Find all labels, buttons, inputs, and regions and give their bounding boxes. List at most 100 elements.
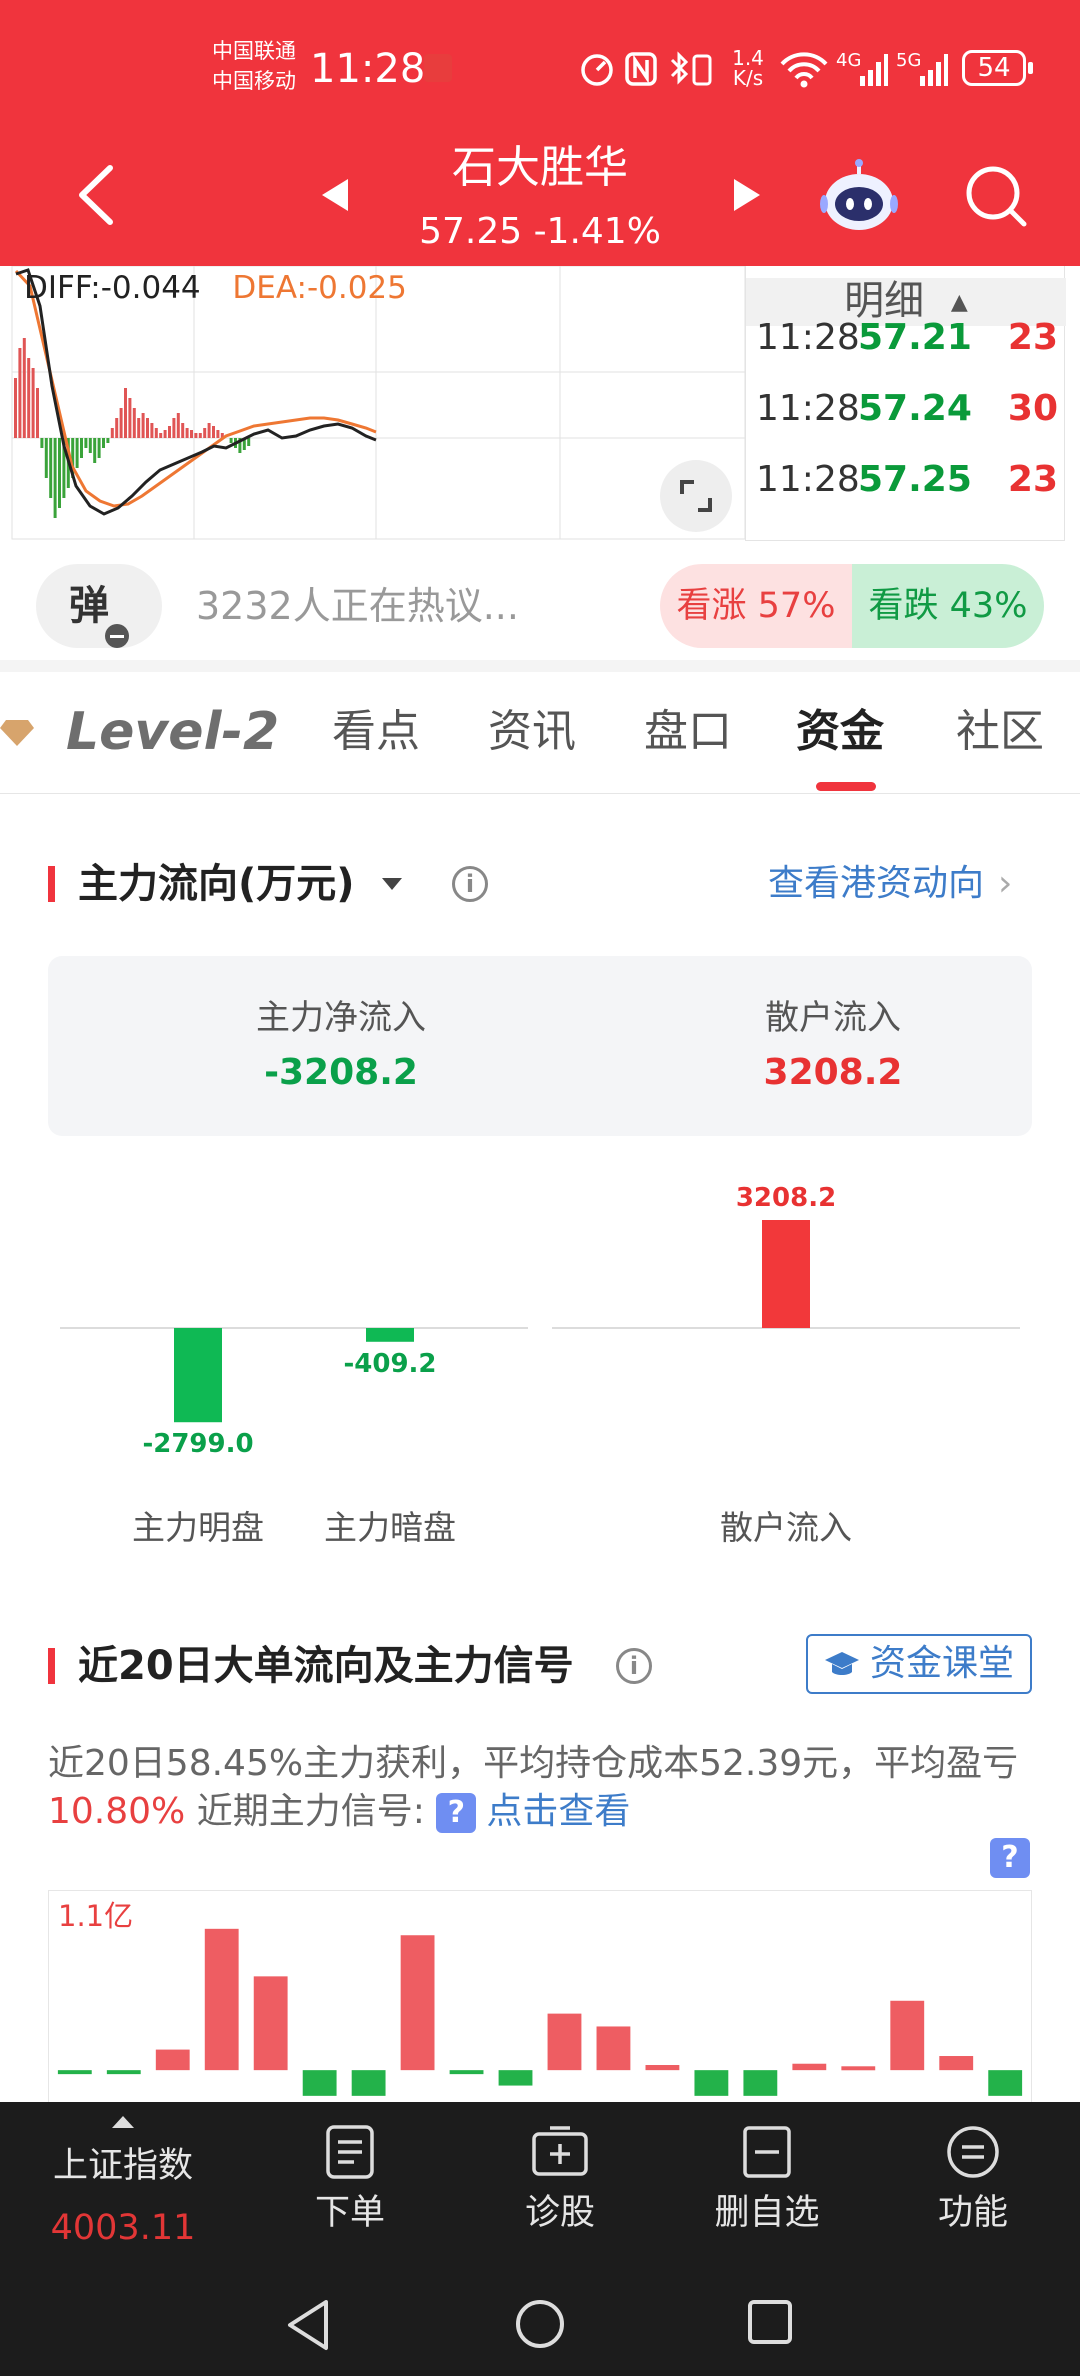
search-icon[interactable]	[960, 160, 1030, 230]
macd-bar	[102, 438, 105, 448]
tab-bar: Level-2 看点 资讯 盘口 资金 社区	[0, 672, 1080, 794]
expand-chart-button[interactable]	[660, 460, 732, 532]
back-arrow-icon[interactable]	[70, 160, 122, 230]
flow-bar-label: 3208.2	[736, 1183, 836, 1213]
bearish-vote-button[interactable]: 看跌 43%	[852, 564, 1044, 648]
net-speed-unit: K/s	[732, 66, 764, 90]
remove-watchlist-button[interactable]: 删自选	[702, 2102, 832, 2270]
flow-bar-label: -409.2	[343, 1349, 436, 1379]
macd-bar	[150, 423, 154, 438]
active-tab-indicator	[816, 782, 876, 791]
macd-bar	[229, 438, 233, 443]
tab-funds[interactable]: 资金	[796, 702, 884, 762]
tab-level2[interactable]: Level-2	[66, 702, 279, 762]
macd-bar	[31, 368, 35, 438]
macd-bar	[14, 378, 17, 438]
diamond-icon	[0, 720, 34, 746]
section-marker	[48, 866, 55, 902]
big-order-bar	[792, 2063, 827, 2071]
info-icon[interactable]: i	[452, 866, 488, 902]
diagnose-label: 诊股	[524, 2193, 595, 2233]
nav-back-icon[interactable]	[284, 2298, 334, 2352]
flow-category-0: 主力明盘	[132, 1508, 264, 1547]
danmu-off-icon	[105, 624, 129, 648]
fund-class-button[interactable]: 资金课堂	[806, 1634, 1032, 1694]
big-order-bar	[939, 2056, 974, 2071]
carrier-2: 中国移动	[212, 69, 296, 93]
order-label: 下单	[314, 2193, 385, 2233]
flow-bar-label: -2799.0	[142, 1429, 253, 1459]
macd-bar	[49, 438, 53, 498]
big-order-description: 近20日58.45%主力获利，平均持仓成本52.39元，平均盈亏 10.80% 近…	[48, 1740, 1038, 1836]
index-value[interactable]: 4003.11	[28, 2204, 218, 2252]
macd-bar	[154, 428, 158, 438]
main-net-value: -3208.2	[264, 1052, 418, 1093]
net-speed-value: 1.4	[732, 46, 764, 70]
macd-bar	[194, 433, 198, 438]
nav-home-icon[interactable]	[514, 2298, 566, 2350]
tab-community[interactable]: 社区	[956, 702, 1044, 762]
fund-flow-title[interactable]: 主力流向(万元)	[78, 856, 355, 912]
view-signal-link[interactable]: 点击查看	[486, 1791, 630, 1832]
big-order-bar	[498, 2070, 533, 2086]
macd-bar	[163, 430, 167, 438]
fund-class-label: 资金课堂	[870, 1643, 1015, 1684]
macd-bar	[119, 408, 123, 438]
tick-row: 11:28 57.25 23	[746, 450, 1066, 510]
big-order-chart[interactable]	[48, 1890, 1032, 2102]
tick-time: 11:28	[756, 317, 860, 358]
big-order-bar	[841, 2066, 876, 2071]
macd-bar	[97, 438, 101, 458]
big-order-bar	[694, 2070, 729, 2096]
hk-capital-link[interactable]: 查看港资动向 ›	[768, 856, 1012, 912]
flow-bar	[174, 1328, 222, 1423]
macd-bar	[190, 430, 193, 438]
carrier-1: 中国联通	[212, 39, 296, 63]
chart-help-icon[interactable]: ?	[990, 1838, 1030, 1878]
macd-bar	[137, 418, 141, 438]
tick-detail-panel[interactable]: 明细 ▲ 11:28 57.21 23 11:28 57.24 30 11:28 57.25 2…	[745, 266, 1066, 541]
functions-button[interactable]: 功能	[918, 2102, 1028, 2270]
macd-bar	[128, 398, 132, 438]
flow-category-1: 主力暗盘	[324, 1508, 456, 1547]
big-order-bar	[596, 2026, 631, 2071]
big-order-bar	[743, 2070, 778, 2096]
order-button[interactable]: 下单	[300, 2102, 400, 2270]
hot-discussion-text[interactable]: 3232人正在热议...	[196, 572, 519, 640]
dropdown-caret-icon[interactable]	[378, 872, 406, 896]
next-stock-icon[interactable]	[730, 175, 764, 215]
big-order-bar	[645, 2065, 680, 2071]
app-root: 中国联通 中国移动 11:28 1.4 K/s 4G 5G 54 石大胜华 57…	[0, 0, 1080, 2376]
tick-row: 11:28 57.21 23	[746, 308, 1066, 368]
danmu-toggle-button[interactable]: 弹	[36, 564, 162, 648]
tick-time: 11:28	[756, 388, 860, 429]
chevron-right-icon: ›	[998, 863, 1013, 904]
app-notification-icon	[424, 54, 452, 82]
tab-news[interactable]: 资讯	[488, 702, 576, 762]
macd-bar	[110, 428, 114, 438]
hk-capital-link-label: 查看港资动向	[768, 863, 985, 904]
macd-bar	[53, 438, 57, 518]
tab-highlights[interactable]: 看点	[332, 702, 420, 762]
index-name[interactable]: 上证指数	[28, 2142, 218, 2190]
flow-bar	[366, 1328, 414, 1342]
bullish-vote-button[interactable]: 看涨 57%	[660, 564, 852, 648]
system-nav-bar	[0, 2270, 1080, 2376]
info-icon[interactable]: i	[616, 1648, 652, 1684]
tab-order-book[interactable]: 盘口	[644, 702, 732, 762]
macd-bar	[198, 433, 202, 438]
macd-bar	[88, 438, 92, 453]
macd-bar	[176, 413, 180, 438]
wifi-icon	[780, 52, 828, 88]
tick-volume: 23	[1007, 317, 1058, 358]
macd-bar	[181, 423, 185, 438]
macd-bar	[132, 408, 136, 438]
fund-summary-card: 主力净流入 -3208.2 散户流入 3208.2	[48, 956, 1032, 1136]
robot-assistant-icon[interactable]	[818, 158, 900, 234]
macd-bar	[115, 418, 119, 438]
expand-up-icon[interactable]	[110, 2114, 136, 2130]
macd-bar	[168, 426, 171, 438]
order-document-icon	[326, 2125, 374, 2179]
nav-recents-icon[interactable]	[746, 2298, 794, 2346]
diagnose-button[interactable]: 诊股	[500, 2102, 620, 2270]
